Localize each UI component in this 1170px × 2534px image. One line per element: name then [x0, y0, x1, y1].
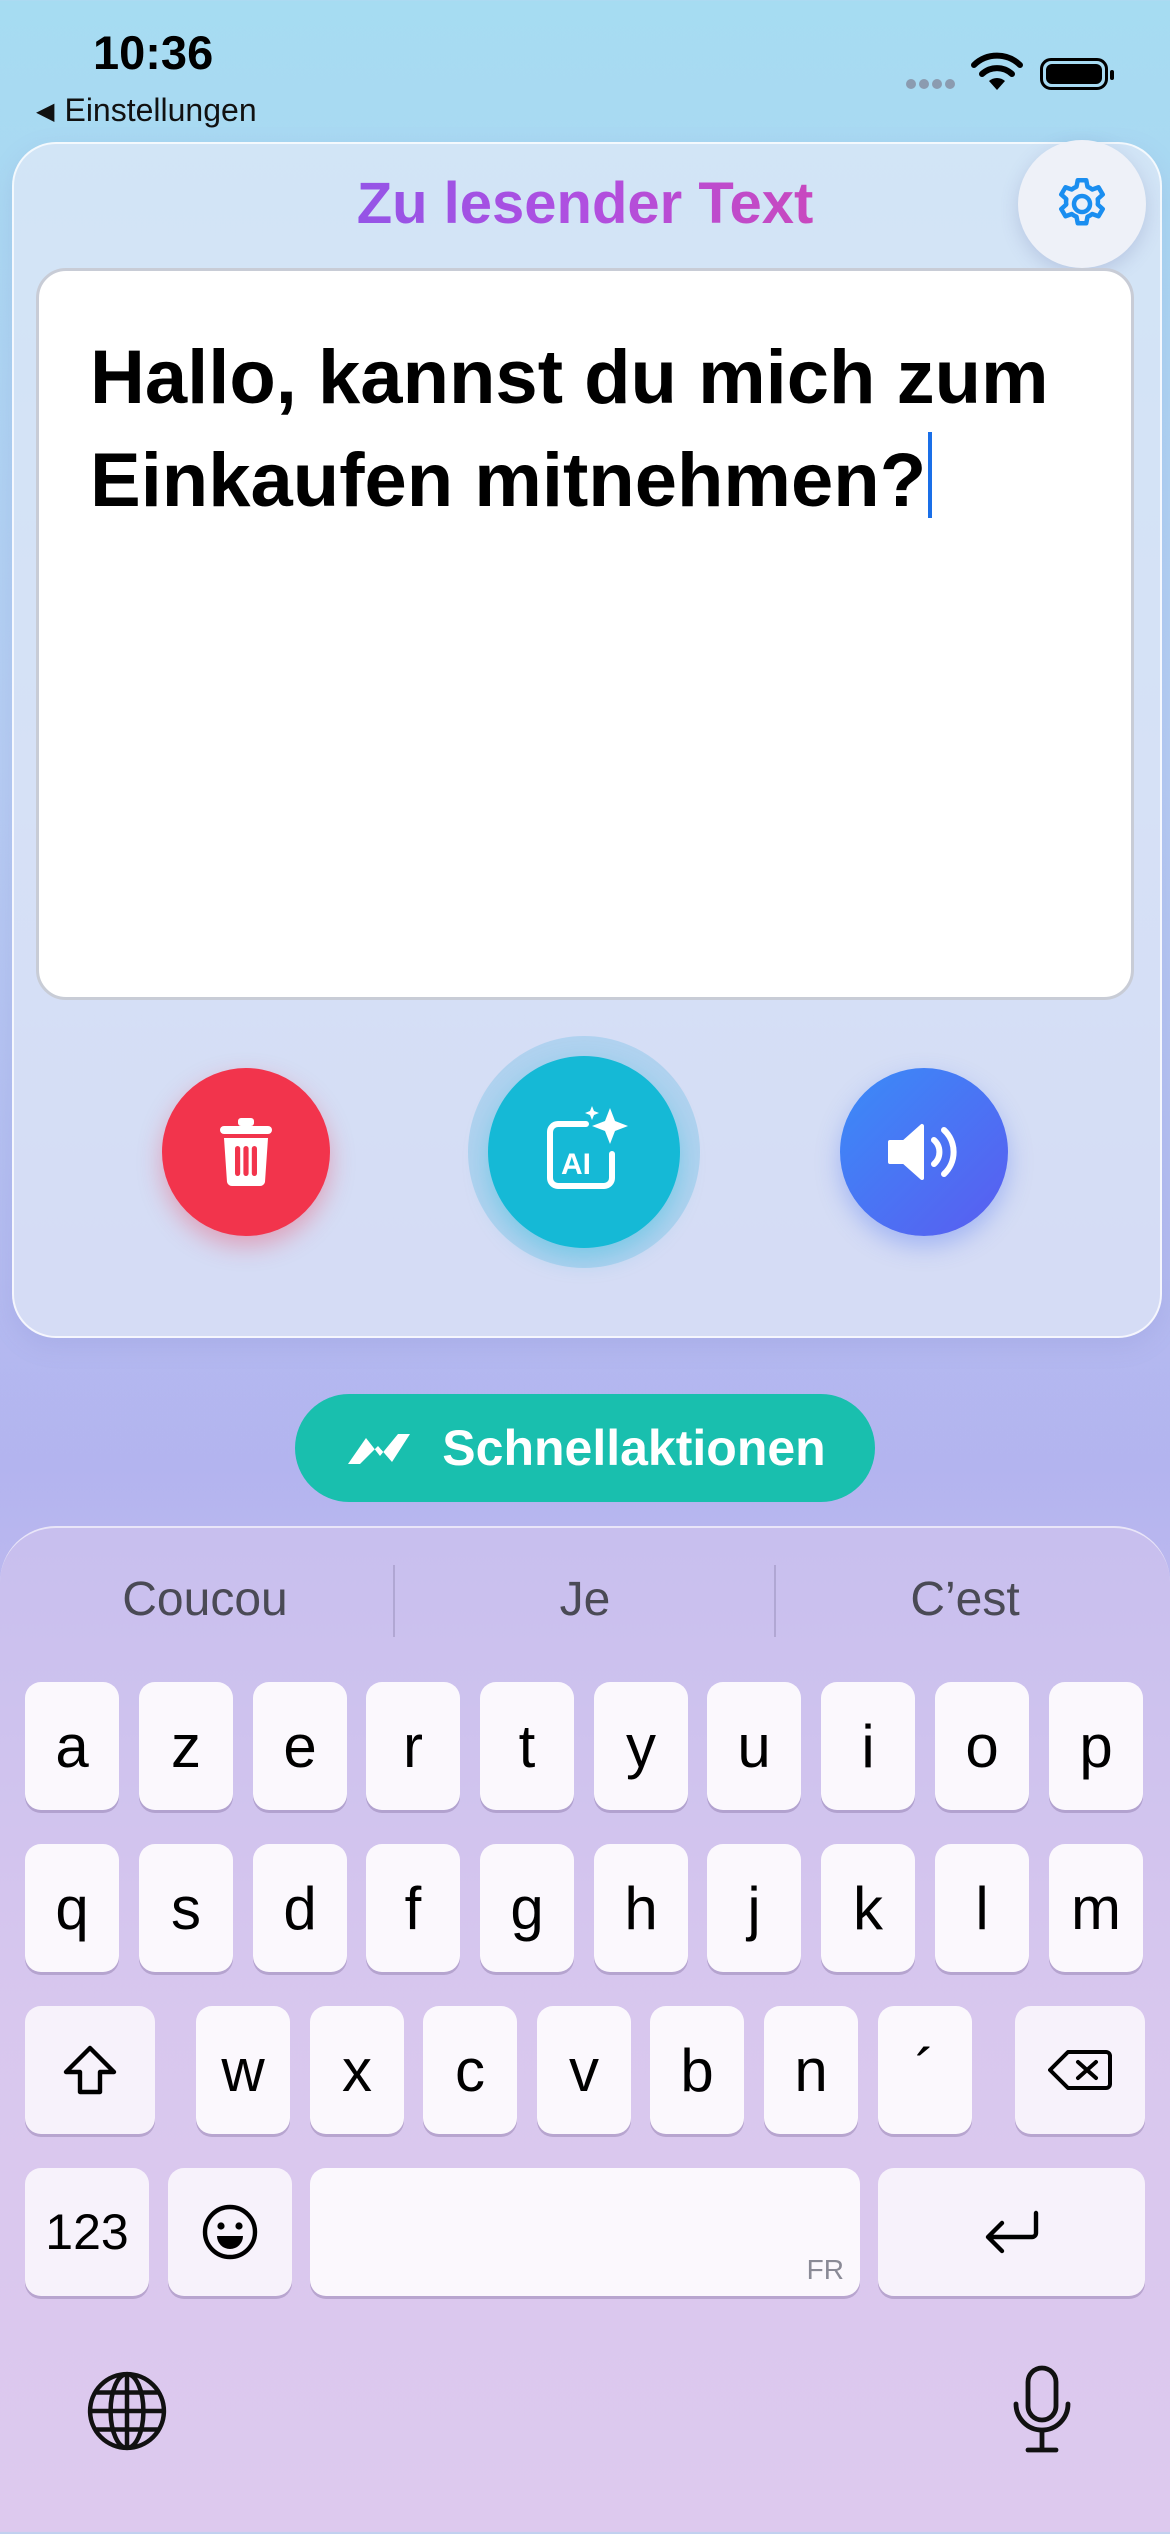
- key-s[interactable]: s: [139, 1844, 233, 1972]
- key-k[interactable]: k: [821, 1844, 915, 1972]
- key-h[interactable]: h: [594, 1844, 688, 1972]
- emoji-icon: [202, 2204, 258, 2260]
- suggestion-divider: [774, 1565, 776, 1637]
- key-v[interactable]: v: [537, 2006, 631, 2134]
- key-m[interactable]: m: [1049, 1844, 1143, 1972]
- key-n[interactable]: n: [764, 2006, 858, 2134]
- return-icon: [985, 2210, 1038, 2254]
- key-q[interactable]: q: [25, 1844, 119, 1972]
- key-b[interactable]: b: [650, 2006, 744, 2134]
- trash-icon: [220, 1118, 272, 1187]
- key-u[interactable]: u: [707, 1682, 801, 1810]
- key-f[interactable]: f: [366, 1844, 460, 1972]
- key-x[interactable]: x: [310, 2006, 404, 2134]
- space-key[interactable]: FR: [310, 2168, 860, 2296]
- suggestion-2[interactable]: Je: [435, 1572, 735, 1627]
- key-w[interactable]: w: [196, 2006, 290, 2134]
- card-title: Zu lesender Text: [0, 170, 1170, 237]
- quick-actions-button[interactable]: Schnellaktionen: [295, 1394, 875, 1502]
- space-language-label: FR: [806, 2254, 844, 2285]
- cellular-signal-icon: [906, 79, 955, 89]
- wifi-icon: [971, 52, 1023, 90]
- key-g[interactable]: g: [480, 1844, 574, 1972]
- speak-button[interactable]: [840, 1068, 1008, 1236]
- globe-icon[interactable]: [86, 2370, 168, 2452]
- key-y[interactable]: y: [594, 1682, 688, 1810]
- ai-button[interactable]: AI: [488, 1056, 680, 1248]
- suggestion-3[interactable]: C’est: [815, 1572, 1115, 1627]
- text-input-content[interactable]: Hallo, kannst du mich zum Einkaufen mitn…: [90, 326, 1090, 532]
- quick-actions-label: Schnellaktionen: [442, 1420, 826, 1476]
- microphone-icon[interactable]: [1010, 2364, 1074, 2456]
- return-key[interactable]: [878, 2168, 1145, 2296]
- key-c[interactable]: c: [423, 2006, 517, 2134]
- backspace-key[interactable]: [1015, 2006, 1145, 2134]
- key-i[interactable]: i: [821, 1682, 915, 1810]
- gear-icon: [1059, 178, 1105, 226]
- status-time: 10:36: [93, 26, 214, 79]
- ai-sparkle-icon: AI: [547, 1106, 628, 1189]
- key-o[interactable]: o: [935, 1682, 1029, 1810]
- key-accent[interactable]: ´: [878, 2006, 972, 2134]
- back-link[interactable]: ◀ Einstellungen: [36, 92, 257, 129]
- numbers-key[interactable]: 123: [25, 2168, 149, 2296]
- shift-key[interactable]: [25, 2006, 155, 2134]
- key-a[interactable]: a: [25, 1682, 119, 1810]
- text-caret: [928, 432, 933, 518]
- suggestion-divider: [393, 1565, 395, 1637]
- settings-button[interactable]: [1018, 140, 1146, 268]
- key-z[interactable]: z: [139, 1682, 233, 1810]
- back-label: Einstellungen: [64, 92, 257, 128]
- emoji-key[interactable]: [168, 2168, 292, 2296]
- key-p[interactable]: p: [1049, 1682, 1143, 1810]
- key-l[interactable]: l: [935, 1844, 1029, 1972]
- svg-text:AI: AI: [561, 1148, 591, 1181]
- shift-icon: [63, 2045, 117, 2095]
- key-t[interactable]: t: [480, 1682, 574, 1810]
- backspace-icon: [1048, 2050, 1112, 2090]
- delete-button[interactable]: [162, 1068, 330, 1236]
- key-e[interactable]: e: [253, 1682, 347, 1810]
- speaker-icon: [888, 1124, 957, 1180]
- back-triangle-icon: ◀: [36, 98, 55, 125]
- key-d[interactable]: d: [253, 1844, 347, 1972]
- suggestion-1[interactable]: Coucou: [55, 1572, 355, 1627]
- key-r[interactable]: r: [366, 1682, 460, 1810]
- bolt-icon: [348, 1434, 411, 1464]
- battery-icon: [1040, 58, 1114, 90]
- key-j[interactable]: j: [707, 1844, 801, 1972]
- editor-text: Hallo, kannst du mich zum Einkaufen mitn…: [90, 335, 1049, 523]
